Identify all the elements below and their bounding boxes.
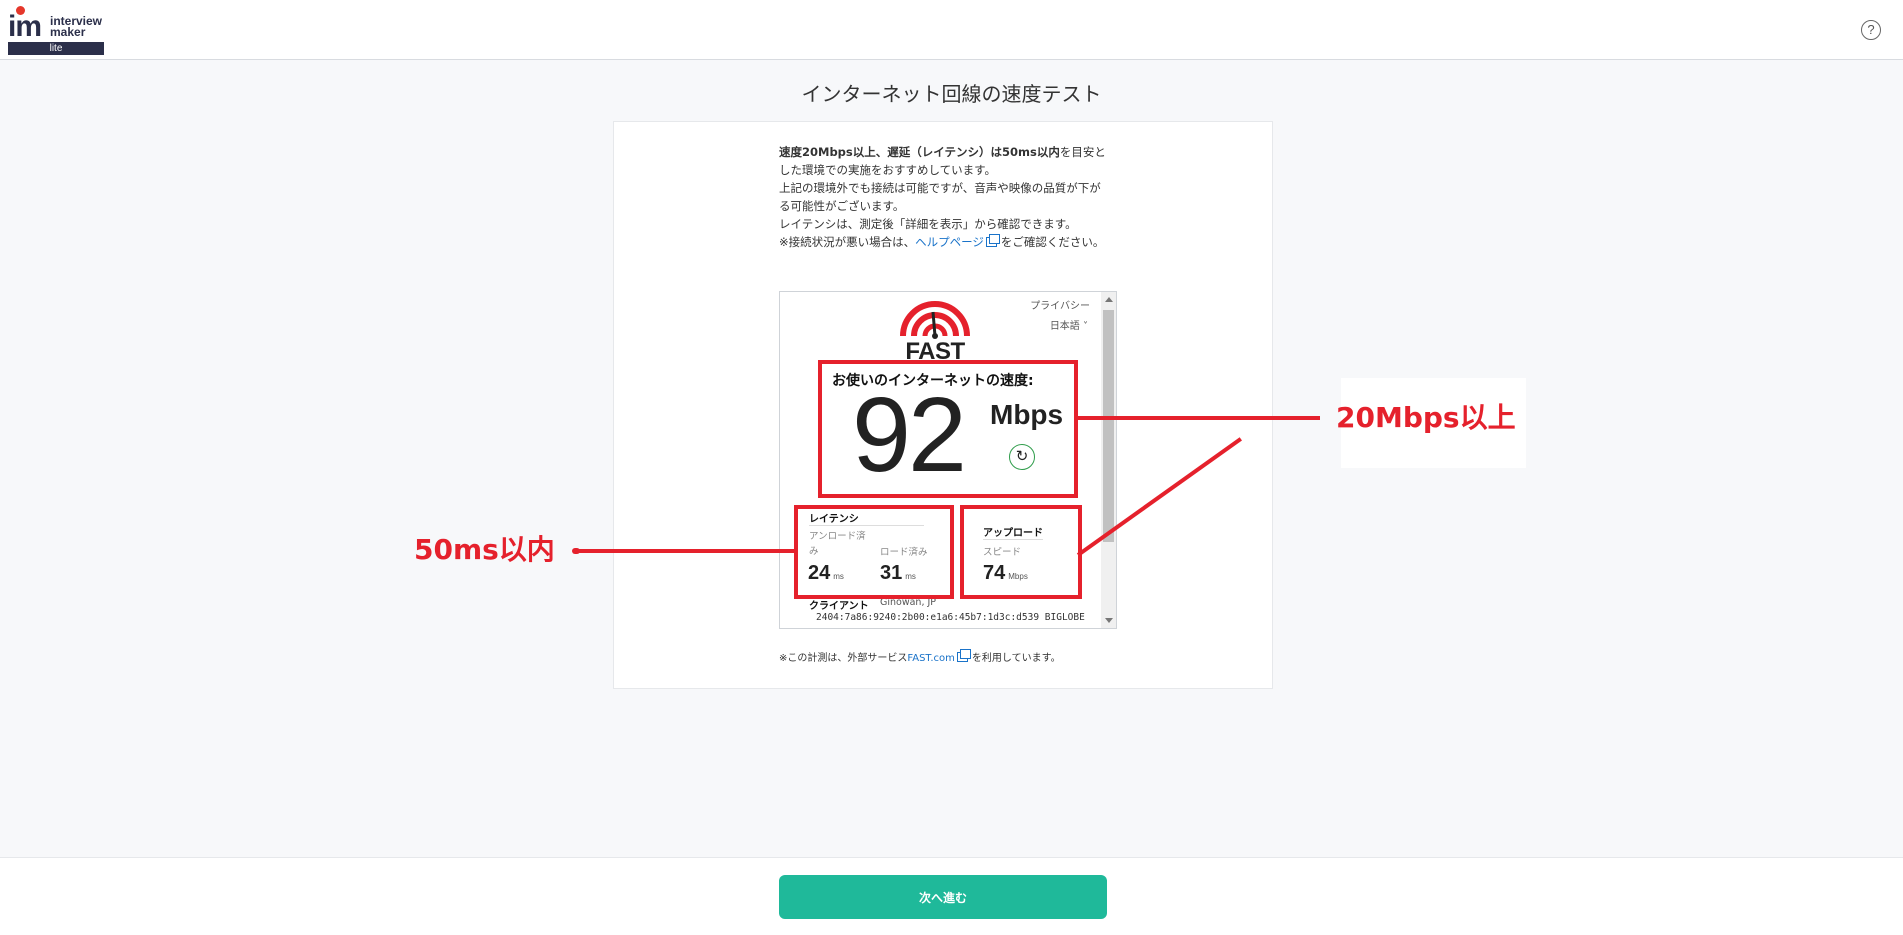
service-note: ※この計測は、外部サービスFAST.com を利用しています。: [779, 649, 1061, 664]
latency-callout-end: [572, 548, 580, 554]
latency-annotation: 50ms以内: [414, 533, 555, 566]
app-header: im interview maker lite ?: [0, 0, 1903, 60]
help-page-link[interactable]: ヘルプページ: [915, 235, 984, 249]
interview-maker-logo[interactable]: im interview maker lite: [8, 6, 104, 55]
speed-highlight-box: [818, 360, 1078, 498]
external-link-icon: [985, 234, 1000, 247]
latency-callout-line: [574, 549, 794, 553]
client-ip: 2404:7a86:9240:2b00:e1a6:45b7:1d3c:d539 …: [816, 612, 1085, 623]
note-post: を利用しています。: [971, 653, 1061, 664]
next-button[interactable]: 次へ進む: [779, 875, 1107, 919]
fast-gauge-icon: [900, 301, 970, 339]
intro-line2: 上記の環境外でも接続は可能ですが、音声や映像の品質が下がる可能性がございます。: [779, 181, 1101, 213]
external-link-icon: [956, 649, 971, 662]
scroll-up-icon[interactable]: [1105, 297, 1113, 302]
language-select[interactable]: 日本語 ˅: [1050, 317, 1088, 332]
latency-highlight-box: [794, 505, 954, 599]
logo-name: interview maker: [50, 15, 102, 39]
intro-line3: レイテンシは、測定後「詳細を表示」から確認できます。: [779, 217, 1077, 231]
frame-scrollbar[interactable]: [1101, 292, 1116, 628]
intro-text: 速度20Mbps以上、遅延（レイテンシ）は50ms以内を目安とした環境での実施を…: [779, 143, 1109, 251]
privacy-link[interactable]: プライバシー: [1030, 297, 1090, 312]
fast-logo: FAST: [897, 298, 973, 365]
help-icon[interactable]: ?: [1861, 20, 1881, 40]
fast-com-link[interactable]: FAST.com: [907, 653, 954, 664]
intro-recommendation: 速度20Mbps以上、遅延（レイテンシ）は50ms以内: [779, 145, 1060, 159]
scroll-down-icon[interactable]: [1105, 618, 1113, 623]
intro-line4-pre: ※接続状況が悪い場合は、: [779, 235, 916, 249]
logo-letters: im: [8, 10, 42, 43]
client-label: クライアント: [809, 601, 869, 612]
speed-annotation: 20Mbps以上: [1336, 401, 1516, 434]
note-pre: ※この計測は、外部サービス: [779, 653, 908, 664]
scroll-thumb[interactable]: [1103, 310, 1114, 542]
page-title: インターネット回線の速度テスト: [801, 82, 1102, 106]
logo-lite-badge: lite: [8, 42, 104, 55]
upload-highlight-box: [960, 505, 1082, 599]
speed-callout-line: [1078, 416, 1320, 420]
intro-line4-post: をご確認ください。: [1000, 235, 1105, 249]
logo-line2: maker: [50, 25, 86, 39]
